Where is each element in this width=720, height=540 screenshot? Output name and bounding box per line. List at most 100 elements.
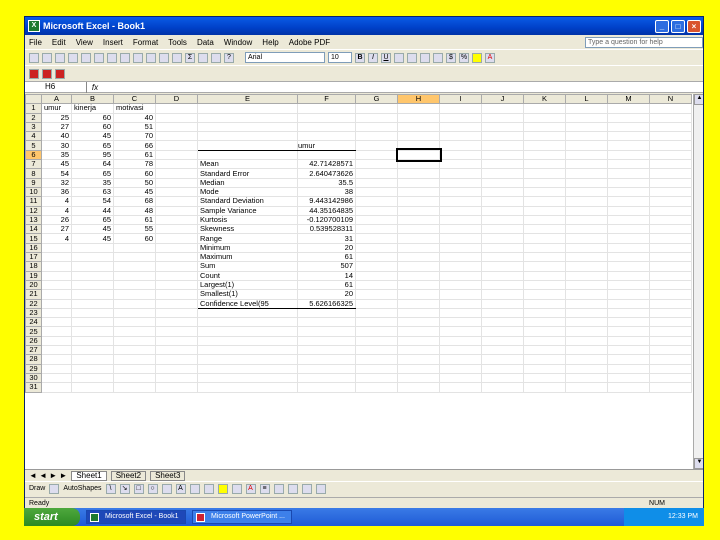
row-header[interactable]: 23 bbox=[25, 307, 42, 319]
cell-l23[interactable] bbox=[565, 308, 608, 319]
cell-c31[interactable] bbox=[113, 382, 156, 393]
cell-m10[interactable] bbox=[607, 187, 650, 198]
shadow-icon[interactable] bbox=[301, 483, 312, 494]
dash-style-icon[interactable] bbox=[273, 483, 284, 494]
cell-h15[interactable] bbox=[397, 233, 440, 244]
cell-l1[interactable] bbox=[565, 103, 608, 114]
column-header-l[interactable]: L bbox=[565, 94, 608, 105]
cell-m4[interactable] bbox=[607, 131, 650, 142]
cell-f26[interactable] bbox=[297, 336, 356, 347]
cell-a16[interactable] bbox=[41, 243, 72, 254]
cell-k22[interactable] bbox=[523, 299, 566, 309]
cell-d28[interactable] bbox=[155, 354, 198, 365]
cell-g29[interactable] bbox=[355, 364, 398, 374]
cell-j27[interactable] bbox=[481, 345, 524, 356]
cell-c21[interactable] bbox=[113, 289, 156, 300]
cell-e17[interactable]: Maximum bbox=[197, 252, 298, 263]
cell-m19[interactable] bbox=[607, 271, 650, 281]
cut-icon[interactable] bbox=[120, 52, 130, 63]
cell-d1[interactable] bbox=[155, 103, 198, 114]
cell-i15[interactable] bbox=[439, 233, 482, 244]
cell-h14[interactable] bbox=[397, 224, 440, 235]
cell-n11[interactable] bbox=[649, 196, 692, 207]
cell-n21[interactable] bbox=[649, 289, 692, 300]
cell-a6[interactable]: 35 bbox=[41, 150, 72, 161]
permission-icon[interactable] bbox=[68, 52, 78, 63]
cell-l9[interactable] bbox=[565, 178, 608, 188]
cell-l3[interactable] bbox=[565, 122, 608, 133]
paste-icon[interactable] bbox=[146, 52, 156, 63]
cell-d4[interactable] bbox=[155, 131, 198, 142]
cell-b4[interactable]: 45 bbox=[71, 131, 114, 142]
cell-f17[interactable]: 61 bbox=[297, 252, 356, 263]
currency-icon[interactable]: $ bbox=[446, 52, 456, 63]
cell-m11[interactable] bbox=[607, 196, 650, 207]
row-header[interactable]: 20 bbox=[25, 279, 42, 291]
row-header[interactable]: 29 bbox=[25, 363, 42, 374]
cell-b3[interactable]: 60 bbox=[71, 122, 114, 133]
cell-h10[interactable] bbox=[397, 187, 440, 198]
cell-h22[interactable] bbox=[397, 299, 440, 309]
cell-g21[interactable] bbox=[355, 289, 398, 300]
cell-f14[interactable]: 0.539528311 bbox=[297, 224, 356, 235]
close-button[interactable]: × bbox=[687, 19, 701, 33]
cell-a4[interactable]: 40 bbox=[41, 131, 72, 142]
cell-i24[interactable] bbox=[439, 317, 482, 328]
cell-e22[interactable]: Confidence Level(95 bbox=[197, 299, 298, 309]
cell-a25[interactable] bbox=[41, 326, 72, 337]
row-header[interactable]: 26 bbox=[25, 335, 42, 347]
row-header[interactable]: 28 bbox=[25, 354, 42, 365]
cell-l13[interactable] bbox=[565, 215, 608, 226]
cell-f8[interactable]: 2.640473626 bbox=[297, 168, 356, 179]
cell-i21[interactable] bbox=[439, 289, 482, 300]
rectangle-icon[interactable]: □ bbox=[133, 483, 144, 494]
row-header[interactable]: 22 bbox=[25, 298, 42, 309]
cell-c3[interactable]: 51 bbox=[113, 122, 156, 133]
column-header-j[interactable]: J bbox=[481, 94, 524, 105]
row-header[interactable]: 6 bbox=[25, 149, 42, 161]
arrow-icon[interactable]: ↘ bbox=[119, 483, 130, 494]
cell-g19[interactable] bbox=[355, 271, 398, 281]
cell-n10[interactable] bbox=[649, 187, 692, 198]
cell-k1[interactable] bbox=[523, 103, 566, 114]
cell-h25[interactable] bbox=[397, 326, 440, 337]
cell-c27[interactable] bbox=[113, 345, 156, 356]
menu-window[interactable]: Window bbox=[224, 38, 252, 47]
cell-j26[interactable] bbox=[481, 336, 524, 347]
cell-b28[interactable] bbox=[71, 354, 114, 365]
cell-a1[interactable]: umur bbox=[41, 103, 72, 114]
align-right-icon[interactable] bbox=[420, 52, 430, 63]
cell-a28[interactable] bbox=[41, 354, 72, 365]
cell-c11[interactable]: 68 bbox=[113, 196, 156, 207]
cell-n30[interactable] bbox=[649, 373, 692, 384]
cell-i25[interactable] bbox=[439, 326, 482, 337]
cell-c12[interactable]: 48 bbox=[113, 206, 156, 216]
cell-c29[interactable] bbox=[113, 364, 156, 374]
cell-g26[interactable] bbox=[355, 336, 398, 347]
row-header[interactable]: 2 bbox=[25, 112, 42, 123]
cell-k29[interactable] bbox=[523, 364, 566, 374]
cell-i7[interactable] bbox=[439, 159, 482, 170]
row-header[interactable]: 18 bbox=[25, 261, 42, 272]
cell-l29[interactable] bbox=[565, 364, 608, 374]
scroll-down-arrow[interactable]: ▼ bbox=[694, 458, 703, 469]
cell-e10[interactable]: Mode bbox=[197, 187, 298, 198]
cell-n22[interactable] bbox=[649, 299, 692, 309]
cell-k15[interactable] bbox=[523, 233, 566, 244]
row-header[interactable]: 11 bbox=[25, 196, 42, 207]
cell-f30[interactable] bbox=[297, 373, 356, 384]
spelling-icon[interactable] bbox=[107, 52, 117, 63]
cell-i17[interactable] bbox=[439, 252, 482, 263]
cell-j21[interactable] bbox=[481, 289, 524, 300]
cell-j2[interactable] bbox=[481, 113, 524, 123]
cell-h23[interactable] bbox=[397, 308, 440, 319]
cell-h16[interactable] bbox=[397, 243, 440, 254]
cell-b17[interactable] bbox=[71, 252, 114, 263]
cell-j25[interactable] bbox=[481, 326, 524, 337]
cell-n12[interactable] bbox=[649, 206, 692, 216]
cell-l10[interactable] bbox=[565, 187, 608, 198]
cell-f29[interactable] bbox=[297, 364, 356, 374]
cell-a13[interactable]: 26 bbox=[41, 215, 72, 226]
cell-e14[interactable]: Skewness bbox=[197, 224, 298, 235]
cell-f5[interactable]: umur bbox=[297, 140, 356, 151]
